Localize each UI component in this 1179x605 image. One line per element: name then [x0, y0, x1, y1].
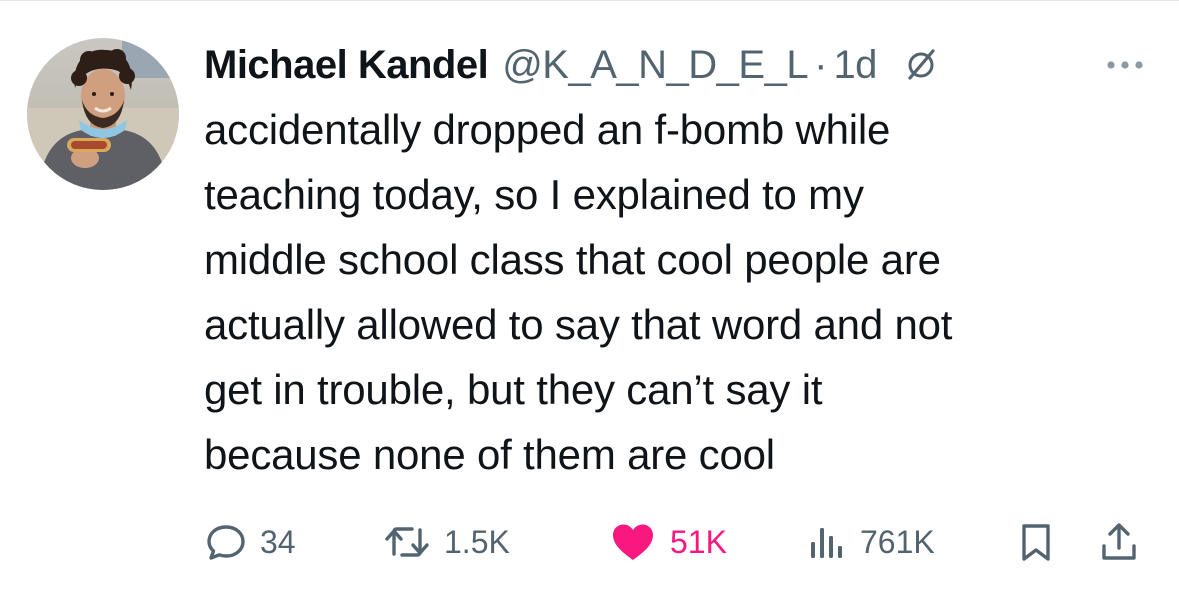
repost-button[interactable]: 1.5K	[382, 515, 510, 569]
author-handle[interactable]: @K_A_N_D_E_L	[502, 38, 808, 92]
tweet-text-line: get in trouble, but they can’t say it	[204, 366, 823, 413]
share-upload-icon	[1097, 520, 1141, 564]
tweet-text-line: actually allowed to say that word and no…	[204, 301, 953, 348]
tweet-text-line: because none of them are cool	[204, 431, 775, 478]
tweet-text-line: teaching today, so I explained to my	[204, 171, 864, 218]
views-button[interactable]: 761K	[804, 515, 935, 569]
avatar-photo	[27, 38, 179, 190]
tweet-timestamp[interactable]: 1d	[833, 38, 877, 92]
repost-arrows-icon	[382, 520, 432, 564]
author-display-name[interactable]: Michael Kandel	[204, 38, 489, 92]
tweet-text-line: accidentally dropped an f-bomb while	[204, 106, 891, 153]
like-button[interactable]: 51K	[608, 515, 727, 569]
bar-chart-icon	[804, 520, 848, 564]
more-options-button[interactable]	[1103, 50, 1147, 80]
tweet-card[interactable]: Michael Kandel @K_A_N_D_E_L · 1d acciden…	[0, 0, 1179, 605]
top-divider	[0, 0, 1179, 1]
tweet-header: Michael Kandel @K_A_N_D_E_L · 1d	[204, 38, 1164, 92]
views-count: 761K	[860, 523, 935, 560]
bookmark-icon	[1014, 520, 1058, 564]
reply-button[interactable]: 34	[204, 515, 296, 569]
reply-count: 34	[260, 523, 296, 560]
header-separator: ·	[814, 43, 828, 87]
avatar[interactable]	[27, 38, 179, 190]
bookmark-button[interactable]	[1014, 515, 1058, 569]
share-button[interactable]	[1097, 515, 1141, 569]
tweet-text-line: middle school class that cool people are	[204, 236, 941, 283]
slashed-circle-icon	[901, 45, 941, 85]
tweet-text: accidentally dropped an f-bomb while tea…	[204, 97, 1164, 487]
heart-filled-icon	[608, 520, 658, 564]
like-count: 51K	[670, 523, 727, 560]
speech-bubble-icon	[204, 520, 248, 564]
action-bar: 34 1.5K 51K 761K	[204, 515, 1154, 569]
repost-count: 1.5K	[444, 523, 510, 560]
ellipsis-icon	[1107, 61, 1143, 69]
